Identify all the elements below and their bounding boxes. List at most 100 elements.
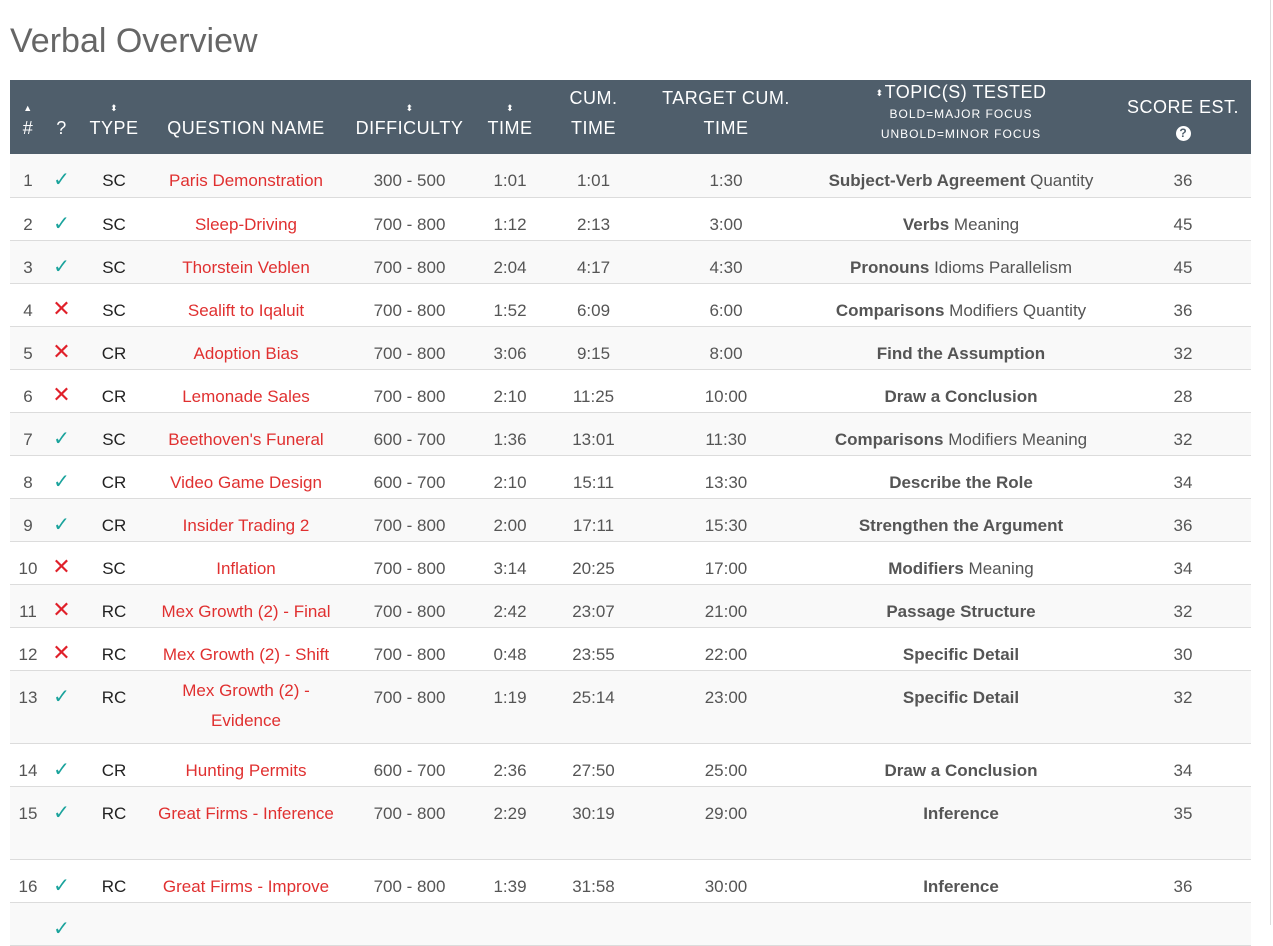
time: 1:36 — [493, 429, 527, 449]
question-link[interactable]: Thorstein Veblen — [182, 253, 310, 283]
sort-icon[interactable]: ⬍ — [876, 88, 884, 98]
question-name[interactable]: Insider Trading 2 — [151, 498, 341, 541]
x-mark-icon: ✕ — [52, 596, 71, 622]
time: 3:06 — [493, 343, 527, 363]
question-name[interactable] — [151, 902, 341, 945]
target-cum-time: 13:30 — [704, 472, 748, 492]
column-difficulty[interactable]: ⬍ DIFFICULTY — [341, 80, 478, 154]
difficulty: 700 - 800 — [373, 803, 446, 823]
major-topic: Passage Structure — [886, 601, 1036, 621]
question-name[interactable]: Adoption Bias — [151, 326, 341, 369]
checkmark-icon: ✓ — [53, 470, 70, 493]
table-row: 1 ✓ SC Paris Demonstration 300 - 500 1:01 1:01… — [10, 154, 1251, 197]
question-link[interactable]: Great Firms - Inference — [158, 799, 334, 829]
question-name[interactable]: Paris Demonstration — [151, 154, 341, 197]
result-status: ✓ — [46, 859, 77, 902]
time: 1:39 — [493, 876, 527, 896]
column-time[interactable]: ⬍ TIME — [478, 80, 542, 154]
target-cum-time: 25:00 — [704, 760, 748, 780]
question-link[interactable]: Sleep-Driving — [195, 210, 297, 240]
question-name[interactable]: Hunting Permits — [151, 743, 341, 786]
question-link[interactable]: Mex Growth (2) - Evidence — [153, 676, 339, 736]
question-name[interactable]: Great Firms - Improve — [151, 859, 341, 902]
question-name[interactable]: Inflation — [151, 541, 341, 584]
row-number — [10, 902, 46, 945]
question-name[interactable]: Thorstein Veblen — [151, 240, 341, 283]
column-num[interactable]: ▲ # — [10, 80, 46, 154]
question-name[interactable]: Great Firms - Inference — [151, 786, 341, 859]
question-link[interactable]: Great Firms - Improve — [163, 872, 329, 902]
table-row: 11 ✕ RC Mex Growth (2) - Final 700 - 800 2:42… — [10, 584, 1251, 627]
major-topic: Specific Detail — [902, 687, 1020, 707]
result-status: ✕ — [46, 627, 77, 670]
difficulty: 700 - 800 — [373, 687, 446, 707]
row-number: 4 — [23, 300, 33, 320]
sort-icon[interactable]: ⬍ — [343, 104, 476, 113]
question-type — [77, 902, 151, 945]
sort-icon[interactable]: ⬍ — [79, 104, 149, 113]
column-topics[interactable]: ⬍TOPIC(S) TESTED BOLD=MAJOR FOCUS UNBOLD… — [807, 80, 1115, 154]
minor-topic: Modifiers Quantity — [944, 300, 1087, 320]
table-row: 12 ✕ RC Mex Growth (2) - Shift 700 - 800 0:48… — [10, 627, 1251, 670]
score-estimate: 36 — [1173, 300, 1193, 320]
major-topic: Specific Detail — [902, 644, 1020, 664]
row-number: 12 — [18, 644, 38, 664]
checkmark-icon: ✓ — [53, 685, 70, 708]
question-type: SC — [102, 558, 126, 578]
target-cum-time: 23:00 — [704, 687, 748, 707]
time: 0:48 — [493, 644, 527, 664]
score-estimate: 45 — [1173, 214, 1193, 234]
question-name[interactable]: Sealift to Iqaluit — [151, 283, 341, 326]
question-name[interactable]: Mex Growth (2) - Evidence — [151, 670, 341, 743]
time: 2:36 — [493, 760, 527, 780]
table-row: 5 ✕ CR Adoption Bias 700 - 800 3:06 9:15 8:00 Fi… — [10, 326, 1251, 369]
topics-tested: Comparisons Modifiers Quantity — [807, 283, 1115, 326]
score-estimate: 36 — [1173, 171, 1193, 190]
checkmark-icon: ✓ — [53, 874, 70, 897]
question-name[interactable]: Video Game Design — [151, 455, 341, 498]
question-name[interactable]: Mex Growth (2) - Final — [151, 584, 341, 627]
help-icon[interactable]: ? — [1175, 126, 1191, 141]
sort-up-icon[interactable]: ▲ — [12, 104, 44, 113]
question-name[interactable]: Sleep-Driving — [151, 197, 341, 240]
result-status: ✓ — [46, 902, 77, 945]
scrollbar-track[interactable] — [1270, 0, 1271, 925]
question-link[interactable]: Hunting Permits — [186, 756, 307, 786]
question-link[interactable]: Beethoven's Funeral — [168, 425, 323, 455]
target-cum-time: 8:00 — [709, 343, 743, 363]
difficulty: 700 - 800 — [373, 214, 446, 234]
time: 2:04 — [493, 257, 527, 277]
topics-tested: Find the Assumption — [807, 326, 1115, 369]
question-link[interactable]: Adoption Bias — [194, 339, 299, 369]
question-link[interactable]: Sealift to Iqaluit — [188, 296, 304, 326]
question-type: RC — [101, 644, 127, 664]
question-name[interactable]: Mex Growth (2) - Shift — [151, 627, 341, 670]
table-row: 3 ✓ SC Thorstein Veblen 700 - 800 2:04 4:17 4:3… — [10, 240, 1251, 283]
checkmark-icon: ✓ — [53, 427, 70, 450]
table-row: 16 ✓ RC Great Firms - Improve 700 - 800 1:39 3… — [10, 859, 1251, 902]
question-name[interactable]: Lemonade Sales — [151, 369, 341, 412]
question-link[interactable]: Insider Trading 2 — [183, 511, 310, 541]
checkmark-icon: ✓ — [53, 169, 70, 191]
question-name[interactable]: Beethoven's Funeral — [151, 412, 341, 455]
time: 1:52 — [493, 300, 527, 320]
page-title: Verbal Overview — [10, 22, 258, 60]
topics-tested: Modifiers Meaning — [807, 541, 1115, 584]
question-link[interactable]: Lemonade Sales — [182, 382, 310, 412]
target-cum-time: 6:00 — [709, 300, 743, 320]
score-estimate: 34 — [1173, 472, 1193, 492]
question-link[interactable]: Video Game Design — [170, 468, 322, 498]
cum-time: 17:11 — [572, 515, 615, 535]
cum-time — [542, 902, 645, 945]
question-link[interactable]: Mex Growth (2) - Final — [161, 597, 330, 627]
cum-time: 30:19 — [572, 803, 615, 823]
target-cum-time: 30:00 — [704, 876, 748, 896]
column-type[interactable]: ⬍ TYPE — [77, 80, 151, 154]
question-link[interactable]: Paris Demonstration — [169, 166, 323, 196]
result-status: ✕ — [46, 541, 77, 584]
question-link[interactable]: Inflation — [216, 554, 276, 584]
sort-icon[interactable]: ⬍ — [480, 104, 540, 113]
score-estimate: 34 — [1173, 760, 1193, 780]
question-link[interactable]: Mex Growth (2) - Shift — [163, 640, 329, 670]
table-row: 9 ✓ CR Insider Trading 2 700 - 800 2:00 17:11 1… — [10, 498, 1251, 541]
